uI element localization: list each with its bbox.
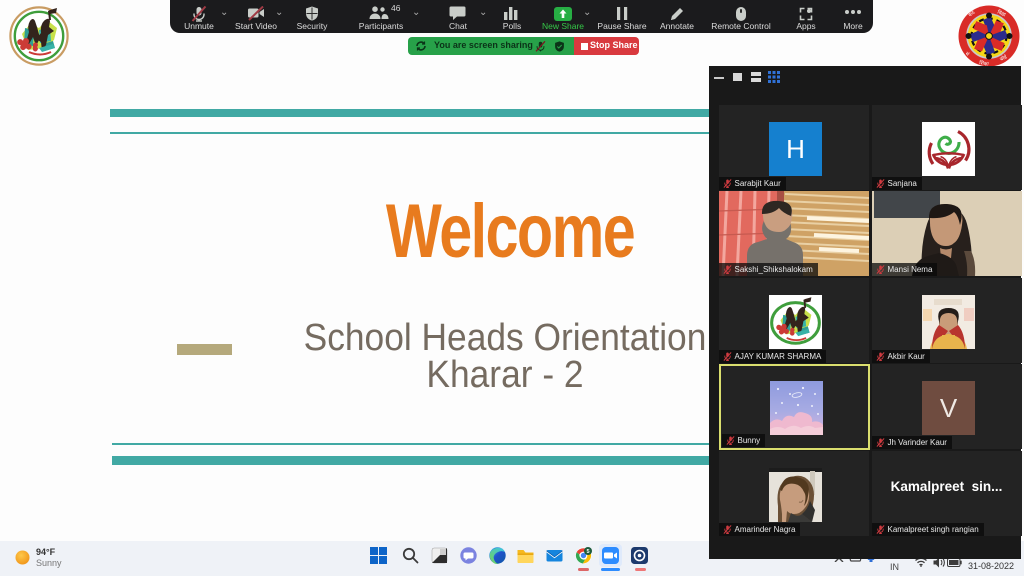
svg-text:5: 5: [586, 549, 589, 555]
